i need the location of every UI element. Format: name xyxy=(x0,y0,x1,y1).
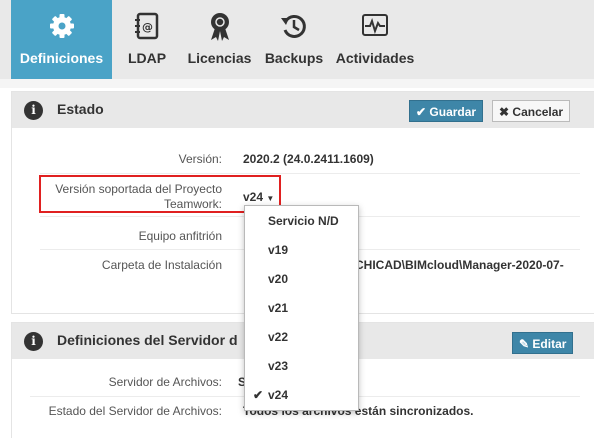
tab-licencias[interactable]: Licencias xyxy=(183,0,256,79)
estado-header: i Estado ✔ Guardar ✖ Cancelar xyxy=(12,92,594,128)
close-icon: ✖ xyxy=(499,105,510,119)
version-label: Versión: xyxy=(178,152,222,166)
host-label: Equipo anfitrión xyxy=(138,229,222,243)
dropdown-option[interactable]: v21 xyxy=(245,294,358,323)
gear-icon xyxy=(11,12,112,42)
tab-label: Actividades xyxy=(335,50,415,66)
history-icon xyxy=(262,12,326,42)
edit-button[interactable]: ✎ Editar xyxy=(512,332,574,354)
tab-ldap[interactable]: @ LDAP xyxy=(118,0,176,79)
svg-text:@: @ xyxy=(142,21,153,34)
save-button[interactable]: ✔ Guardar xyxy=(409,100,484,122)
install-folder-label: Carpeta de Instalación xyxy=(101,258,222,272)
info-icon: i xyxy=(24,101,43,120)
dropdown-option-selected[interactable]: ✔ v24 xyxy=(245,381,358,410)
tab-backups[interactable]: Backups xyxy=(262,0,326,79)
option-label: v19 xyxy=(268,243,289,257)
award-icon xyxy=(183,12,256,42)
cancel-button[interactable]: ✖ Cancelar xyxy=(492,100,571,122)
estado-title: Estado xyxy=(57,101,104,117)
cancel-button-label: Cancelar xyxy=(512,105,564,119)
tab-actividades[interactable]: Actividades xyxy=(333,0,417,79)
dropdown-option[interactable]: v20 xyxy=(245,265,358,294)
version-dropdown-menu: Servicio N/D v19 v20 v21 v22 v23 ✔ v24 xyxy=(244,205,359,411)
top-navigation: Definiciones @ LDAP Licencias Backups Ac… xyxy=(0,0,594,79)
dropdown-option[interactable]: v19 xyxy=(245,236,358,265)
tab-label: LDAP xyxy=(127,50,167,66)
info-icon: i xyxy=(24,332,43,351)
nav-separator xyxy=(0,79,594,88)
option-label: v22 xyxy=(268,330,289,344)
tab-label: Definiciones xyxy=(19,50,104,66)
save-button-label: Guardar xyxy=(429,105,477,119)
dropdown-option[interactable]: Servicio N/D xyxy=(245,207,358,236)
tab-label: Licencias xyxy=(187,50,252,66)
option-label: v20 xyxy=(268,272,289,286)
tab-definiciones[interactable]: Definiciones xyxy=(11,0,112,79)
divider xyxy=(40,173,580,174)
option-label: v21 xyxy=(268,301,289,315)
install-folder-value: CHICAD\BIMcloud\Manager-2020-07- xyxy=(355,258,564,272)
dropdown-option[interactable]: v22 xyxy=(245,323,358,352)
server-settings-title: Definiciones del Servidor d xyxy=(57,332,238,348)
tab-label: Backups xyxy=(264,50,324,66)
edit-button-label: Editar xyxy=(532,337,567,351)
version-value: 2020.2 (24.0.2411.1609) xyxy=(243,152,374,166)
files-state-label: Estado del Servidor de Archivos: xyxy=(48,404,222,418)
dropdown-option[interactable]: v23 xyxy=(245,352,358,381)
check-icon: ✔ xyxy=(253,388,264,402)
activity-icon xyxy=(333,12,417,42)
pencil-icon: ✎ xyxy=(519,337,530,351)
address-book-icon: @ xyxy=(118,12,176,42)
files-server-label: Servidor de Archivos: xyxy=(108,375,222,389)
option-label: Servicio N/D xyxy=(268,214,339,228)
check-icon: ✔ xyxy=(416,105,427,119)
option-label: v23 xyxy=(268,359,289,373)
option-label: v24 xyxy=(268,388,289,402)
